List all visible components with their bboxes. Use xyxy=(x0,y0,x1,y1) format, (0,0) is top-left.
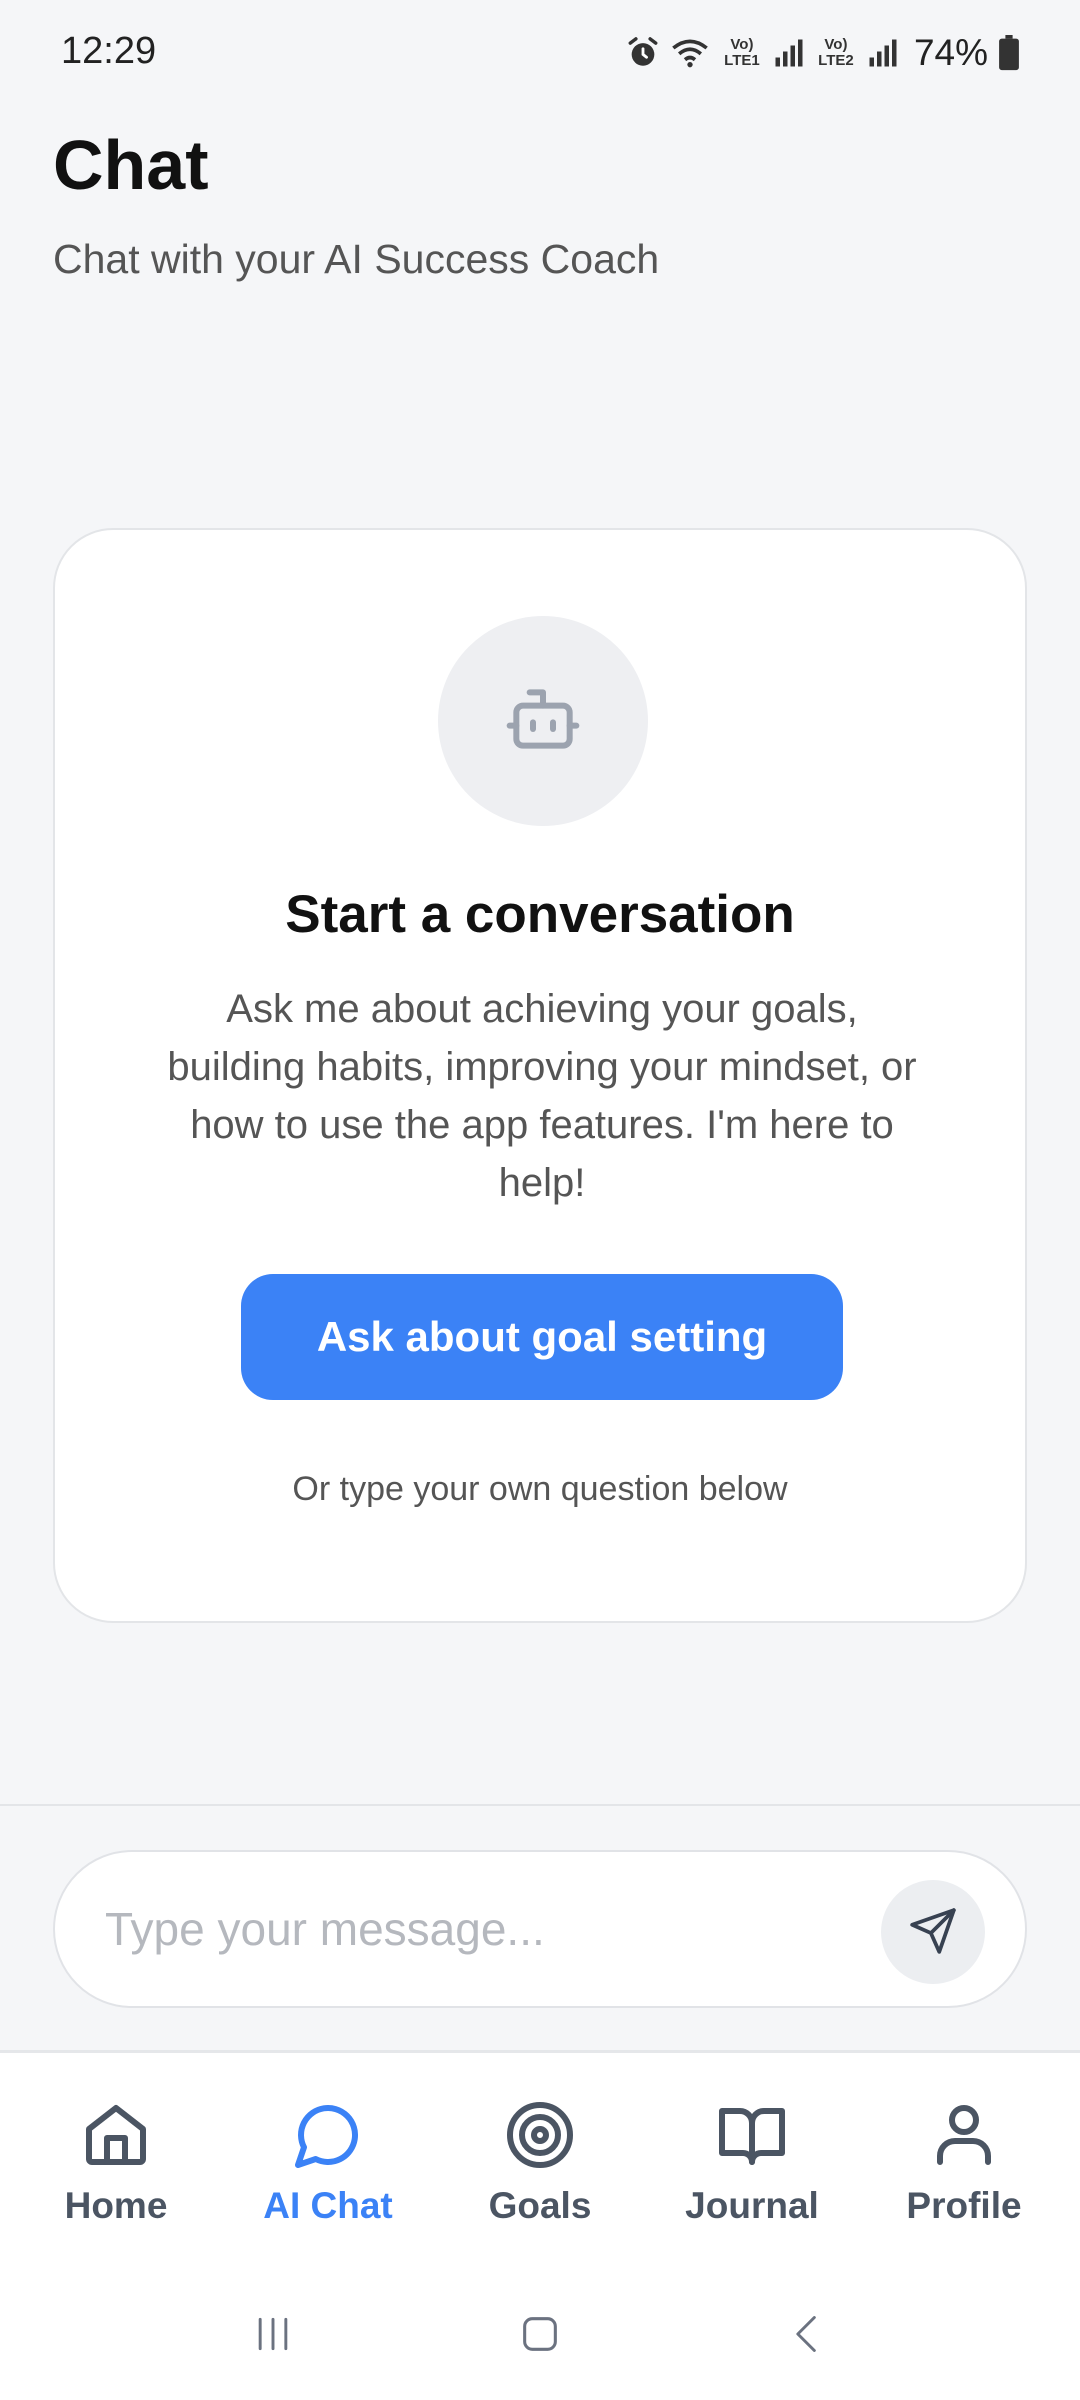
nav-label: AI Chat xyxy=(263,2185,393,2226)
recent-apps-button[interactable] xyxy=(213,2297,333,2377)
sim1-label: Vo) LTE1 xyxy=(724,36,760,69)
send-icon xyxy=(908,1906,958,1959)
home-square-icon xyxy=(517,2311,563,2362)
back-button[interactable] xyxy=(747,2297,867,2377)
chat-bubble-icon xyxy=(292,2099,364,2171)
system-nav-bar xyxy=(0,2273,1080,2400)
status-bar: 12:29 Vo) LTE1 Vo) LTE2 74% xyxy=(0,0,1080,110)
book-icon xyxy=(716,2099,788,2171)
bottom-nav: Home AI Chat Goals Journal Profile xyxy=(0,2053,1080,2273)
battery-percent: 74% xyxy=(913,32,988,73)
nav-item-goals[interactable]: Goals xyxy=(440,2053,640,2273)
empty-state-title: Start a conversation xyxy=(285,885,795,944)
empty-state-description: Ask me about achieving your goals, build… xyxy=(167,987,917,1205)
page-subtitle: Chat with your AI Success Coach xyxy=(53,236,660,282)
user-icon xyxy=(928,2099,1000,2171)
composer-divider xyxy=(0,1804,1080,1806)
nav-item-journal[interactable]: Journal xyxy=(652,2053,852,2273)
nav-label: Goals xyxy=(488,2185,592,2226)
nav-label: Home xyxy=(64,2185,168,2226)
send-button[interactable] xyxy=(881,1880,985,1984)
bot-avatar xyxy=(438,616,648,826)
nav-item-ai-chat[interactable]: AI Chat xyxy=(228,2053,428,2273)
wifi-icon xyxy=(670,36,710,70)
ask-goal-setting-button[interactable]: Ask about goal setting xyxy=(241,1274,843,1400)
home-icon xyxy=(80,2099,152,2171)
recent-apps-icon xyxy=(251,2312,295,2361)
signal-icon xyxy=(774,38,804,68)
chat-screen: 12:29 Vo) LTE1 Vo) LTE2 74% Chat Chat wi… xyxy=(0,0,1080,2400)
empty-state-hint: Or type your own question below xyxy=(292,1470,788,1508)
nav-item-home[interactable]: Home xyxy=(16,2053,216,2273)
empty-state-card: Start a conversation Ask me about achiev… xyxy=(53,528,1027,1623)
target-icon xyxy=(504,2099,576,2171)
alarm-icon xyxy=(626,36,660,70)
nav-label: Journal xyxy=(685,2185,819,2226)
page-title: Chat xyxy=(53,126,209,204)
chevron-left-icon xyxy=(785,2312,829,2361)
sim2-label: Vo) LTE2 xyxy=(818,36,854,69)
status-icons: Vo) LTE1 Vo) LTE2 74% xyxy=(626,28,1020,78)
status-time: 12:29 xyxy=(61,30,157,72)
battery-icon xyxy=(998,35,1020,71)
message-input[interactable] xyxy=(105,1892,865,1966)
signal-icon xyxy=(868,38,898,68)
message-composer xyxy=(53,1850,1027,2008)
bot-icon xyxy=(503,679,583,764)
nav-label: Profile xyxy=(906,2185,1022,2226)
nav-item-profile[interactable]: Profile xyxy=(864,2053,1064,2273)
home-system-button[interactable] xyxy=(480,2297,600,2377)
